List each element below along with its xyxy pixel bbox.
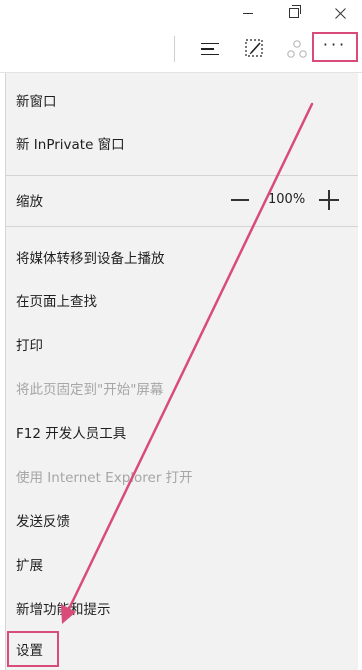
zoom-in-button[interactable] <box>319 190 339 210</box>
share-button[interactable] <box>280 34 314 64</box>
menu-item-label: 新窗口 <box>16 94 57 110</box>
menu-item-label: 将媒体转移到设备上播放 <box>16 251 165 267</box>
close-button[interactable] <box>320 0 360 26</box>
minimize-button[interactable] <box>228 0 268 26</box>
menu-item-label: 使用 Internet Explorer 打开 <box>16 470 193 486</box>
toolbar-divider <box>174 36 175 62</box>
menu-item-whats-new[interactable]: 新增功能和提示 <box>6 588 358 628</box>
edge-browser-window: ··· 新窗口 新 InPrivate 窗口 缩放 100% 将媒体转移到设备上… <box>0 0 362 670</box>
zoom-out-button[interactable] <box>231 199 249 201</box>
menu-item-new-inprivate-window[interactable]: 新 InPrivate 窗口 <box>6 123 358 163</box>
menu-item-print[interactable]: 打印 <box>6 324 358 364</box>
menu-item-label: 扩展 <box>16 558 43 574</box>
close-icon <box>334 7 346 19</box>
menu-item-new-window[interactable]: 新窗口 <box>6 80 358 120</box>
pen-icon <box>245 39 263 57</box>
maximize-button[interactable] <box>274 0 314 26</box>
menu-item-label: F12 开发人员工具 <box>16 426 127 442</box>
more-actions-menu: 新窗口 新 InPrivate 窗口 缩放 100% 将媒体转移到设备上播放 在… <box>5 73 358 670</box>
menu-item-send-feedback[interactable]: 发送反馈 <box>6 500 358 540</box>
minimize-icon <box>243 12 253 14</box>
zoom-label: 缩放 <box>16 194 43 210</box>
menu-item-f12-developer-tools[interactable]: F12 开发人员工具 <box>6 412 358 452</box>
menu-item-label: 新 InPrivate 窗口 <box>16 137 125 153</box>
menu-item-label: 发送反馈 <box>16 514 70 530</box>
hub-icon <box>201 42 219 56</box>
menu-item-zoom: 缩放 100% <box>6 180 358 220</box>
menu-item-find-on-page[interactable]: 在页面上查找 <box>6 280 358 320</box>
menu-item-pin-to-start: 将此页固定到"开始"屏幕 <box>6 368 358 408</box>
menu-divider <box>6 175 358 176</box>
settings-highlight-box <box>7 631 59 667</box>
menu-item-open-with-ie: 使用 Internet Explorer 打开 <box>6 456 358 496</box>
browser-toolbar: ··· <box>0 26 362 73</box>
menu-item-label: 打印 <box>16 338 43 354</box>
menu-divider <box>6 226 358 227</box>
web-note-button[interactable] <box>238 34 272 64</box>
zoom-level: 100% <box>268 192 306 207</box>
title-bar <box>0 0 362 26</box>
menu-item-extensions[interactable]: 扩展 <box>6 544 358 584</box>
menu-item-cast-media[interactable]: 将媒体转移到设备上播放 <box>6 237 358 277</box>
menu-item-label: 新增功能和提示 <box>16 602 111 618</box>
share-icon <box>287 40 307 58</box>
hub-button[interactable] <box>193 34 227 64</box>
menu-item-label: 在页面上查找 <box>16 294 97 310</box>
more-actions-button[interactable]: ··· <box>312 32 358 62</box>
restore-icon <box>289 5 301 18</box>
more-dots-icon: ··· <box>322 35 348 54</box>
menu-item-label: 将此页固定到"开始"屏幕 <box>16 382 164 398</box>
